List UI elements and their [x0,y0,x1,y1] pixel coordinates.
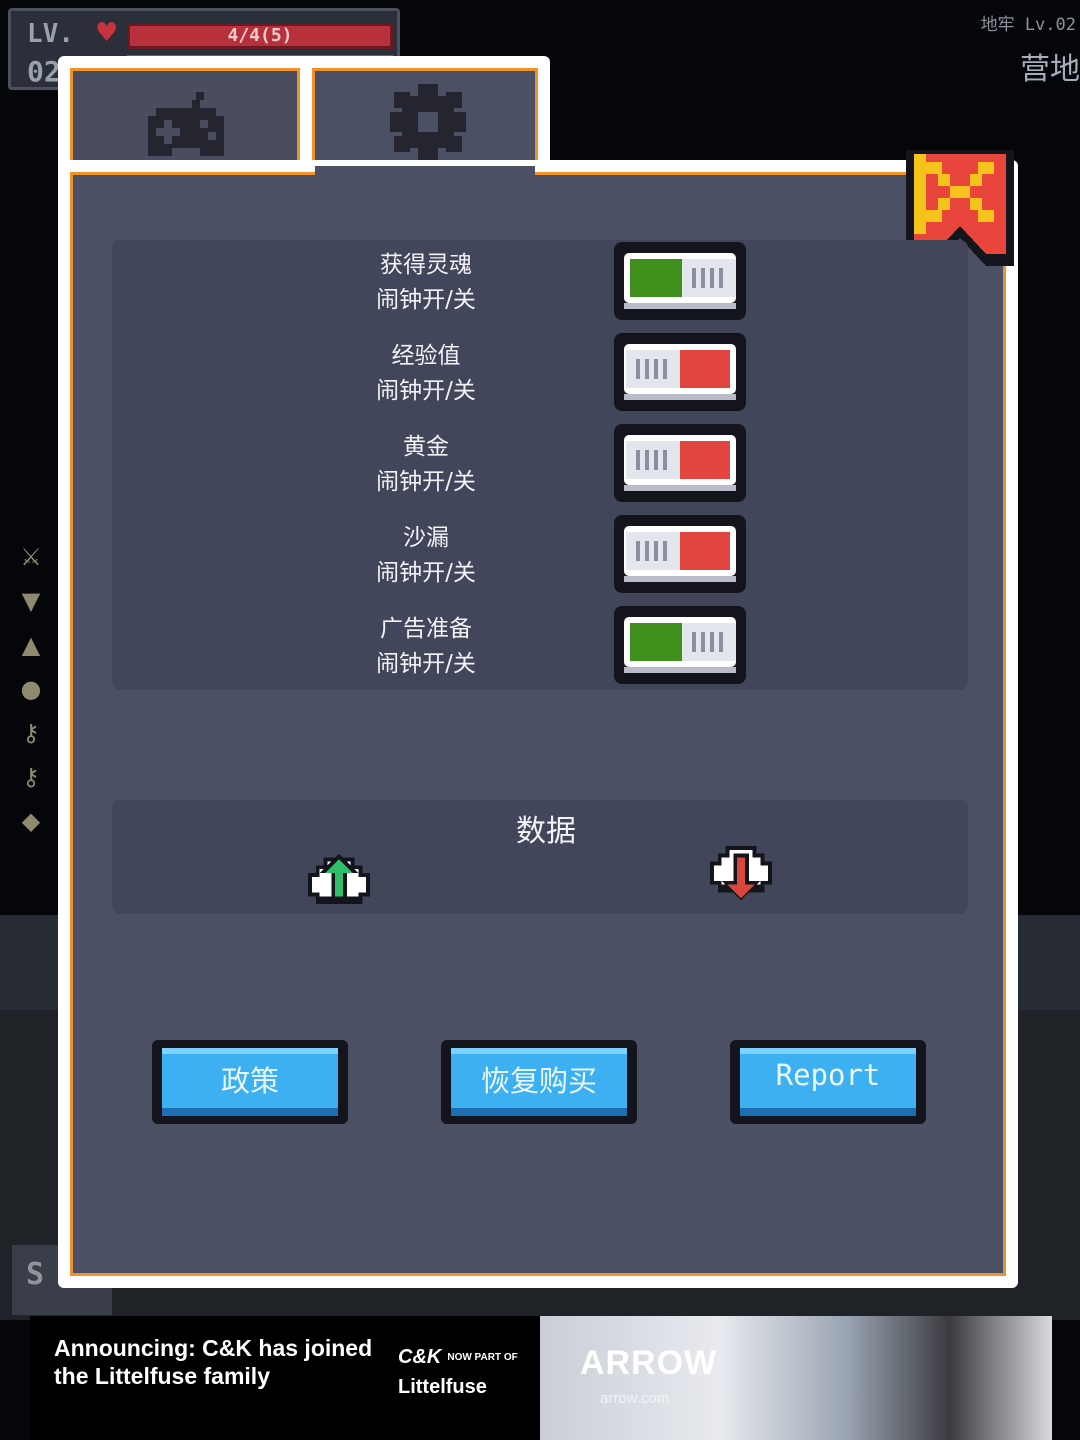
policy-button-label: 政策 [220,1064,279,1098]
key-icon: ⚷ [22,763,40,791]
cloud-upload-icon[interactable] [304,842,374,904]
level-value: 02 [27,55,61,88]
notification-settings-card [112,240,968,690]
toggle-knob [626,532,680,570]
setting-label-exp: 经验值 闹钟开/关 [326,339,526,409]
policy-button[interactable]: 政策 [152,1040,348,1124]
dungeon-level-label: 地牢 Lv.02 [980,15,1076,35]
toggle-knob [626,441,680,479]
setting-subtitle: 闹钟开/关 [376,378,476,404]
restore-purchases-button-label: 恢复购买 [480,1064,597,1098]
toggle-shadow [624,394,736,400]
toggle-track [624,435,736,485]
ad-photo: ARROW arrow.com [540,1316,1052,1440]
toggle-exp[interactable] [614,333,746,411]
setting-subtitle: 闹钟开/关 [376,651,476,677]
side-icon-column: ⚔ ▼ ▲ ● ⚷ ⚷ ◆ [14,540,50,848]
toggle-souls[interactable] [614,242,746,320]
zone-name: 营地 [1020,52,1080,87]
setting-title: 黄金 [403,434,449,460]
setting-title: 广告准备 [380,616,472,642]
gear-icon [390,84,466,160]
toggle-track [624,253,736,303]
setting-title: 经验值 [391,343,461,369]
report-button[interactable]: Report [730,1040,926,1124]
coin-icon: ◆ [21,807,41,835]
potion-icon: ▲ [21,631,41,659]
setting-label-souls: 获得灵魂 闹钟开/关 [326,248,526,318]
toggle-track [624,526,736,576]
ad-headline: Announcing: C&K has joined the Littelfus… [54,1335,373,1389]
arrow-logo: ARROW [580,1344,718,1382]
littelfuse-logo: Littelfuse [398,1376,487,1398]
ad-banner[interactable]: Announcing: C&K has joined the Littelfus… [30,1316,1052,1440]
shield-icon: ● [20,675,42,703]
toggle-fill [680,350,730,388]
toggle-gold[interactable] [614,424,746,502]
cloud-download-icon[interactable] [706,842,776,904]
restore-purchases-button[interactable]: 恢复购买 [441,1040,637,1124]
setting-label-gold: 黄金 闹钟开/关 [326,430,526,500]
setting-title: 获得灵魂 [380,252,472,278]
toggle-knob [682,623,736,661]
setting-subtitle: 闹钟开/关 [376,287,476,313]
button-lip [740,1108,916,1116]
swords-icon: ⚔ [20,543,42,571]
ck-logo: C&K NOW PART OF [398,1346,518,1368]
report-button-label: Report [775,1058,881,1092]
toggle-track [624,617,736,667]
button-lip [451,1108,627,1116]
tab-panel-joint [315,166,535,190]
toggle-fill [680,441,730,479]
toggle-hourglass[interactable] [614,515,746,593]
toggle-knob [626,350,680,388]
heart-icon: ♥ [95,18,119,48]
toggle-shadow [624,667,736,673]
gamepad-icon [148,92,224,156]
toggle-ad-ready[interactable] [614,606,746,684]
toggle-track [624,344,736,394]
toggle-shadow [624,576,736,582]
ad-url: arrow.com [600,1390,670,1407]
toggle-fill [630,623,682,661]
setting-subtitle: 闹钟开/关 [376,560,476,586]
toggle-shadow [624,485,736,491]
armor-icon: ▼ [21,587,41,615]
level-label: LV. [27,19,74,49]
data-section-title: 数据 [516,814,576,849]
button-lip [162,1108,338,1116]
setting-subtitle: 闹钟开/关 [376,469,476,495]
setting-label-hourglass: 沙漏 闹钟开/关 [326,521,526,591]
toggle-knob [682,259,736,297]
setting-label-ad-ready: 广告准备 闹钟开/关 [326,612,526,682]
toggle-fill [630,259,682,297]
toggle-fill [680,532,730,570]
key-icon: ⚷ [22,719,40,747]
toggle-shadow [624,303,736,309]
setting-title: 沙漏 [403,525,449,551]
hp-bar: 4/4(5) [127,23,393,49]
